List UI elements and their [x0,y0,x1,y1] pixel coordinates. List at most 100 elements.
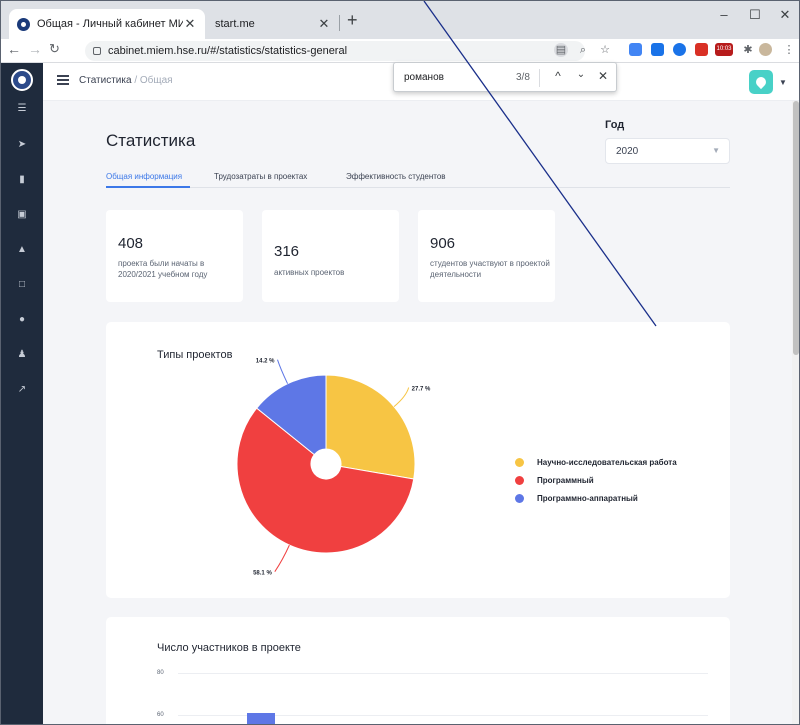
stat-value: 408 [118,235,144,252]
pie-data-label: 58.1 % [253,571,272,577]
legend-item: Программно-аппаратный [515,494,638,503]
tab-efficiency[interactable]: Эффективность студентов [346,172,446,181]
reload-icon[interactable]: ↻ [49,41,60,57]
stat-value: 316 [274,243,300,260]
tab-general[interactable]: Общая информация [106,172,182,181]
breadcrumb-current: Общая [139,75,173,86]
pie-leader-line [277,359,289,384]
site-favicon-icon [17,17,30,31]
stat-description: студентов участвуют в проектой деятельно… [430,259,550,279]
tab-title: Общая - Личный кабинет МИЭ [37,18,183,30]
screenshot-frame: Общая - Личный кабинет МИЭ ✕ start.me ✕ … [0,0,800,725]
pie-data-label: 27.7 % [412,387,431,393]
bookmark-star-icon[interactable]: ☆ [598,43,612,57]
find-input[interactable]: романов [404,72,444,83]
legend-item: Научно-исследовательская работа [515,458,677,467]
list-icon[interactable]: ☰ [14,101,30,117]
participants-bar [247,713,275,724]
main-content: Статистика Год 2020 ▼ Общая информация Т… [43,101,792,724]
legend-swatch [515,476,524,485]
browser-toolbar: ← → ↻ cabinet.miem.hse.ru/#/statistics/s… [1,39,799,63]
profile-avatar-icon[interactable] [759,43,772,56]
stat-description: проекта были начаты в 2020/2021 учебном … [118,259,208,279]
extension-pen-icon[interactable] [651,43,664,56]
year-select[interactable]: 2020 ▼ [605,138,730,164]
lock-icon [93,47,101,55]
avatar-dropdown-icon[interactable]: ▼ [779,78,787,87]
pie-data-label: 14.2 % [256,359,275,365]
page-scrollbar[interactable] [792,101,799,724]
browser-tab-active[interactable]: Общая - Личный кабинет МИЭ ✕ [9,9,205,39]
y-tick-label: 60 [157,712,164,718]
bell-icon[interactable]: ♟ [14,347,30,363]
find-count: 3/8 [516,72,530,83]
participants-title: Число участников в проекте [157,642,301,654]
tab-labor[interactable]: Трудозатраты в проектах [214,172,307,181]
browser-tab-startme[interactable]: start.me ✕ [205,9,339,39]
legend-swatch [515,458,524,467]
browser-tab-strip: Общая - Личный кабинет МИЭ ✕ start.me ✕ … [1,1,799,39]
find-separator [539,69,540,87]
address-text: cabinet.miem.hse.ru/#/statistics/statist… [108,45,348,57]
page-title: Статистика [106,131,196,150]
close-window-icon[interactable]: ✕ [775,7,795,23]
chat-icon[interactable]: ● [14,312,30,328]
external-link-icon[interactable]: ↗ [14,382,30,398]
legend-label: Программный [537,476,594,485]
forward-icon[interactable]: → [28,41,42,57]
lock-icon[interactable]: ▲ [14,242,30,258]
stat-card-active: 316 активных проектов [262,210,399,302]
legend-item: Программный [515,476,594,485]
legend-label: Программно-аппаратный [537,494,638,503]
address-bar[interactable]: cabinet.miem.hse.ru/#/statistics/statist… [85,41,585,61]
stat-card-started: 408 проекта были начаты в 2020/2021 учеб… [106,210,243,302]
extension-acrobat-icon[interactable] [629,43,642,56]
browser-menu-icon[interactable]: ⋮ [782,43,796,57]
maximize-icon[interactable]: ☐ [745,7,765,23]
scrollbar-thumb[interactable] [793,101,799,355]
back-icon[interactable]: ← [7,41,21,57]
chart-icon[interactable]: ▮ [14,172,30,188]
chevron-down-icon: ▼ [712,146,720,155]
send-icon[interactable]: ➤ [14,137,30,153]
project-types-pie-chart: 27.7 % 58.1 % 14.2 % [236,359,431,577]
year-select-value: 2020 [616,146,639,157]
active-tab-underline [106,186,190,188]
clock-badge-text: 10:03 [716,46,732,52]
extension-meet-icon[interactable] [673,43,686,56]
find-next-icon[interactable]: ⌄ [574,69,588,80]
user-avatar[interactable] [749,70,773,94]
folder-icon[interactable]: ▣ [14,207,30,223]
extensions-puzzle-icon[interactable]: ✱ [741,43,755,57]
menu-toggle-icon[interactable] [57,75,69,85]
breadcrumb-root[interactable]: Статистика [79,75,132,86]
project-types-card: Типы проектов 27.7 % 58.1 % 14.2 % Научно-… [106,322,730,598]
year-label: Год [605,119,625,131]
minimize-icon[interactable]: – [714,7,734,22]
tab-close-icon[interactable]: ✕ [317,16,331,32]
stat-card-students: 906 студентов участвуют в проектой деяте… [418,210,555,302]
app-sidebar: ☰ ➤ ▮ ▣ ▲ □ ● ♟ ↗ [1,63,43,724]
find-previous-icon[interactable]: ^ [551,69,565,83]
zoom-search-icon[interactable]: ⌕ [576,43,590,57]
breadcrumb: Статистика / Общая [79,75,173,86]
tab-close-icon[interactable]: ✕ [183,16,197,32]
hse-logo[interactable] [11,69,33,91]
tab-title: start.me [215,18,255,30]
new-tab-icon[interactable]: + [347,10,358,31]
book-icon[interactable]: □ [14,277,30,293]
stat-value: 906 [430,235,456,252]
gridline [178,673,708,674]
pie-leader-line [274,544,290,572]
extension-red-icon[interactable] [695,43,708,56]
extension-clock-icon[interactable]: 10:03 [715,43,733,56]
statistics-tabs: Общая информация Трудозатраты в проектах… [106,169,730,188]
find-close-icon[interactable]: ✕ [596,69,610,83]
pie-leader-line [393,387,410,408]
stat-description: активных проектов [274,268,345,277]
breadcrumb-separator: / [134,75,138,86]
y-tick-label: 80 [157,670,164,676]
legend-swatch [515,494,524,503]
reader-icon[interactable]: ▤ [554,43,568,57]
pie-slice[interactable] [325,374,416,480]
